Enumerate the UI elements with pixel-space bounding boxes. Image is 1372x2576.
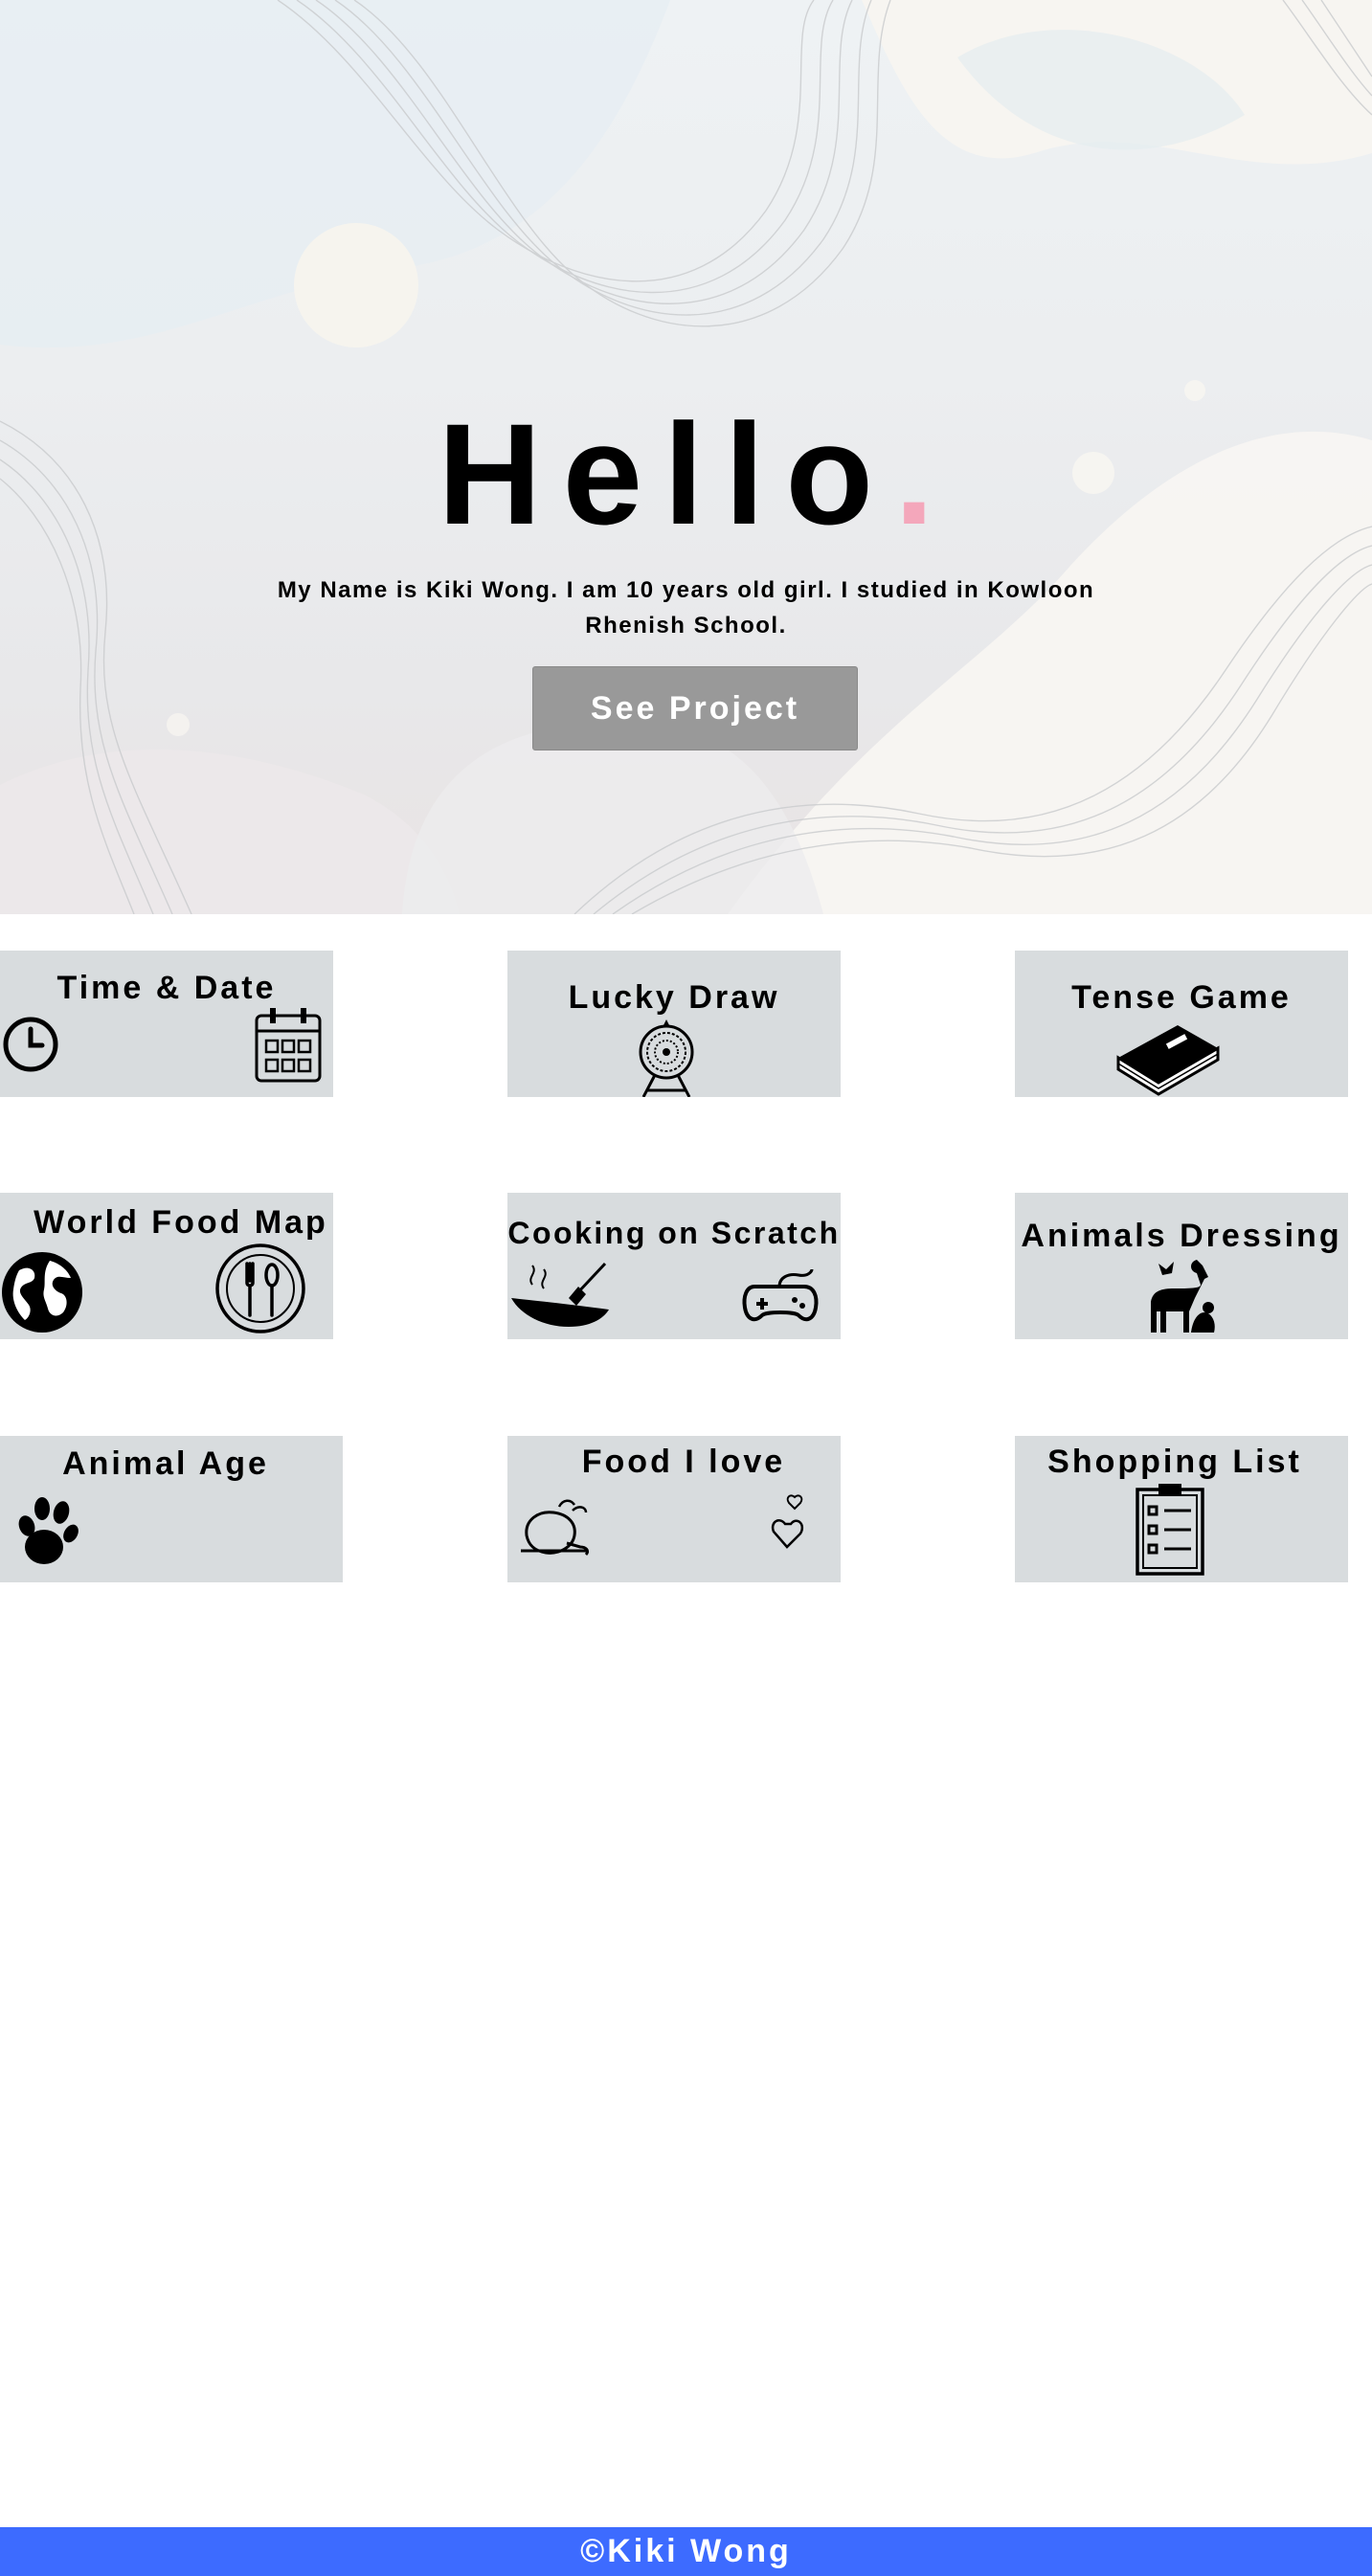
clock-icon	[3, 1017, 58, 1072]
project-card-animals-dressing[interactable]: Animals Dressing	[1015, 1193, 1348, 1339]
project-card-tense-game[interactable]: Tense Game	[1015, 951, 1348, 1097]
hero-greeting: Hello.	[0, 388, 1372, 560]
project-card-title: Animals Dressing	[1021, 1218, 1342, 1254]
project-card-cooking-on-scratch[interactable]: Cooking on Scratch	[507, 1193, 841, 1339]
globe-icon	[2, 1252, 82, 1333]
intro-text: My Name is Kiki Wong. I am 10 years old …	[277, 577, 1095, 638]
calendar-icon	[255, 1008, 322, 1083]
plate-cutlery-icon	[215, 1243, 305, 1333]
clipboard-list-icon	[1136, 1484, 1204, 1576]
lottery-wheel-icon	[639, 1019, 694, 1097]
project-card-animal-age[interactable]: Animal Age	[0, 1436, 343, 1582]
greeting-text: Hello	[438, 393, 895, 554]
hero-section: Hello. My Name is Kiki Wong. I am 10 yea…	[0, 0, 1372, 914]
project-card-food-i-love[interactable]: Food I love	[507, 1436, 841, 1582]
paw-icon	[18, 1497, 79, 1564]
project-card-title: World Food Map	[34, 1204, 328, 1241]
gamepad-icon	[742, 1268, 819, 1322]
hearts-icon	[771, 1494, 804, 1549]
project-card-world-food-map[interactable]: World Food Map	[0, 1193, 333, 1339]
project-card-shopping-list[interactable]: Shopping List	[1015, 1436, 1348, 1582]
book-icon	[1116, 1025, 1220, 1096]
project-card-title: Time & Date	[56, 970, 277, 1006]
greeting-dot: .	[894, 393, 934, 554]
project-card-title: Food I love	[581, 1444, 786, 1480]
project-card-title: Shopping List	[1047, 1444, 1302, 1480]
project-card-time-date[interactable]: Time & Date	[0, 951, 333, 1097]
wok-icon	[511, 1262, 609, 1327]
project-card-lucky-draw[interactable]: Lucky Draw	[507, 951, 841, 1097]
footer: ©Kiki Wong	[0, 2527, 1372, 2576]
project-card-title: Lucky Draw	[568, 979, 780, 1016]
see-project-button[interactable]: See Project	[532, 666, 858, 750]
roast-chicken-icon	[521, 1499, 590, 1557]
animals-icon	[1151, 1260, 1215, 1333]
project-card-title: Animal Age	[62, 1445, 269, 1482]
project-card-title: Cooking on Scratch	[507, 1216, 841, 1250]
